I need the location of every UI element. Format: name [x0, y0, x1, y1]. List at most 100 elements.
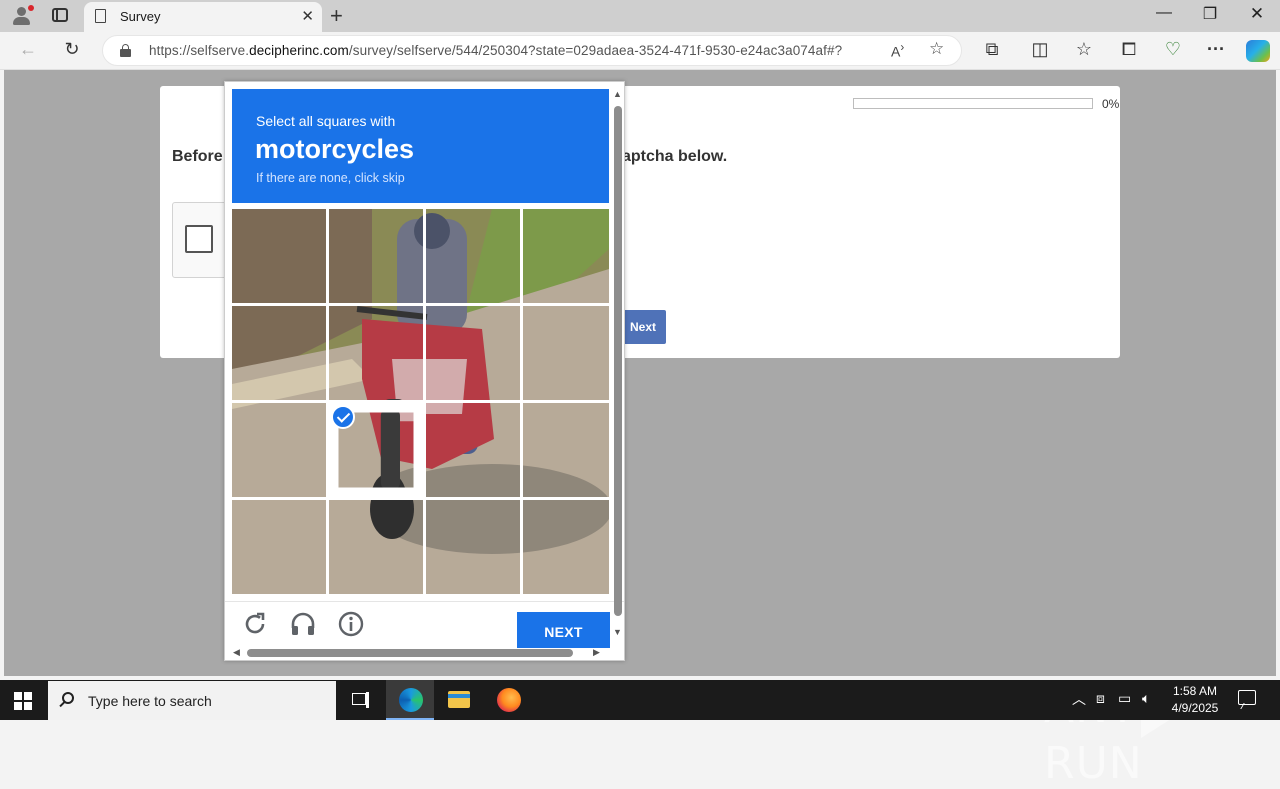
captcha-tile-10[interactable] [329, 403, 423, 497]
extensions-icon[interactable]: ⧉ [980, 39, 1004, 60]
page-icon [95, 9, 106, 23]
recaptcha-widget [172, 202, 232, 278]
captcha-tile-7[interactable] [426, 306, 520, 400]
clock-date: 4/9/2025 [1171, 701, 1219, 715]
challenge-next-button[interactable]: NEXT [517, 612, 610, 648]
search-icon [62, 692, 74, 704]
captcha-tile-3[interactable] [426, 209, 520, 303]
edge-icon[interactable] [386, 680, 434, 720]
windows-taskbar: Type here to search ︿ ⧈ ▭ 🔈︎ 1:58 AM 4/9… [0, 680, 1280, 720]
captcha-tile-2[interactable] [329, 209, 423, 303]
captcha-tile-12[interactable] [523, 403, 609, 497]
vertical-scroll-thumb[interactable] [614, 106, 622, 616]
captcha-tile-15[interactable] [426, 500, 520, 594]
progress-bar [853, 98, 1093, 109]
tab-actions-icon[interactable] [52, 8, 68, 22]
scroll-up-icon[interactable]: ▲ [613, 89, 622, 99]
vertical-scrollbar[interactable]: ▲ ▼ [612, 89, 624, 637]
captcha-tile-6[interactable] [329, 306, 423, 400]
challenge-header: Select all squares with motorcycles If t… [232, 89, 609, 203]
close-tab-icon[interactable]: ✕ [301, 7, 314, 25]
network-icon[interactable]: ▭ [1118, 690, 1131, 707]
tile-selected-check-icon [331, 405, 355, 429]
address-bar[interactable]: https://selfserve.decipherinc.com/survey… [102, 35, 962, 66]
horizontal-scrollbar[interactable]: ◀ ▶ [225, 647, 612, 660]
progress-label: 0% [1102, 97, 1120, 111]
captcha-tile-13[interactable] [232, 500, 326, 594]
file-explorer-icon[interactable] [435, 680, 483, 720]
split-screen-icon[interactable]: ◫ [1028, 39, 1052, 60]
captcha-tile-image [232, 403, 326, 497]
lock-icon[interactable] [120, 44, 131, 57]
captcha-tile-image [523, 306, 609, 400]
captcha-tile-image [523, 500, 609, 594]
captcha-tile-image [523, 403, 609, 497]
taskbar-clock[interactable]: 1:58 AM 4/9/2025 [1168, 683, 1222, 717]
page-viewport: 0% Before aptcha below. Next ANYRUN [4, 70, 1276, 789]
scroll-down-icon[interactable]: ▼ [613, 627, 622, 637]
back-button[interactable]: ← [16, 39, 40, 60]
copilot-icon[interactable] [1246, 40, 1270, 62]
captcha-tile-11[interactable] [426, 403, 520, 497]
close-window-button[interactable]: ✕ [1234, 4, 1280, 24]
scroll-left-icon[interactable]: ◀ [233, 647, 240, 658]
browser-title-bar: Survey ✕ + — ❐ ✕ [0, 0, 1280, 32]
captcha-tile-14[interactable] [329, 500, 423, 594]
challenge-target: motorcycles [255, 134, 415, 164]
captcha-tile-16[interactable] [523, 500, 609, 594]
challenge-hint: If there are none, click skip [256, 171, 405, 185]
captcha-tile-image [232, 209, 326, 303]
survey-next-button[interactable]: Next [620, 310, 666, 344]
clock-time: 1:58 AM [1172, 684, 1218, 698]
browser-tab[interactable]: Survey ✕ [84, 2, 322, 32]
search-placeholder: Type here to search [88, 693, 212, 709]
chevron-up-icon[interactable]: ︿ [1072, 689, 1086, 709]
firefox-icon[interactable] [484, 680, 532, 720]
recaptcha-checkbox[interactable] [185, 225, 213, 253]
collections-icon[interactable]: ⧠ [1117, 39, 1141, 60]
reload-icon[interactable] [241, 610, 269, 638]
notification-icon[interactable] [1238, 690, 1256, 705]
minimize-button[interactable]: — [1141, 4, 1187, 22]
browser-toolbar: ← ↻ https://selfserve.decipherinc.com/su… [0, 32, 1280, 70]
device-icon[interactable]: ⧈ [1096, 690, 1105, 707]
captcha-tile-image [426, 403, 520, 497]
captcha-tile-4[interactable] [523, 209, 609, 303]
profile-icon[interactable] [10, 5, 34, 27]
more-icon[interactable]: ··· [1204, 39, 1228, 60]
captcha-tile-image [329, 500, 423, 594]
captcha-challenge-popup: Select all squares with motorcycles If t… [224, 81, 625, 661]
captcha-tile-image [329, 209, 423, 303]
performance-icon[interactable]: ♡ [1161, 39, 1185, 60]
reload-button[interactable]: ↻ [60, 39, 84, 60]
captcha-tile-1[interactable] [232, 209, 326, 303]
captcha-tile-image [426, 209, 520, 303]
captcha-tile-image [426, 500, 520, 594]
captcha-tile-8[interactable] [523, 306, 609, 400]
captcha-tile-image [232, 500, 326, 594]
scroll-right-icon[interactable]: ▶ [593, 647, 600, 658]
captcha-tile-9[interactable] [232, 403, 326, 497]
captcha-tile-image [232, 306, 326, 400]
captcha-tile-image [329, 306, 423, 400]
volume-icon[interactable]: 🔈︎ [1142, 690, 1150, 707]
info-icon[interactable] [337, 610, 365, 638]
url-text[interactable]: https://selfserve.decipherinc.com/survey… [149, 43, 842, 58]
star-icon[interactable]: ☆ [929, 39, 944, 59]
captcha-tile-5[interactable] [232, 306, 326, 400]
taskbar-search-box[interactable]: Type here to search [48, 681, 336, 720]
horizontal-scroll-thumb[interactable] [247, 649, 573, 657]
question-text-start: Before [172, 148, 223, 165]
challenge-instruction: Select all squares with [256, 113, 396, 129]
challenge-image-grid [232, 209, 609, 594]
favorites-icon[interactable]: ☆ [1072, 39, 1096, 60]
windows-start-icon[interactable] [14, 692, 32, 710]
question-text: Before aptcha below. [172, 148, 727, 166]
read-aloud-icon[interactable]: A› [891, 41, 904, 60]
new-tab-button[interactable]: + [330, 3, 343, 29]
task-view-icon[interactable] [336, 680, 384, 720]
headphones-icon[interactable] [289, 610, 317, 638]
question-text-end: aptcha below. [622, 148, 728, 165]
restore-button[interactable]: ❐ [1187, 4, 1233, 24]
captcha-tile-image [523, 209, 609, 303]
